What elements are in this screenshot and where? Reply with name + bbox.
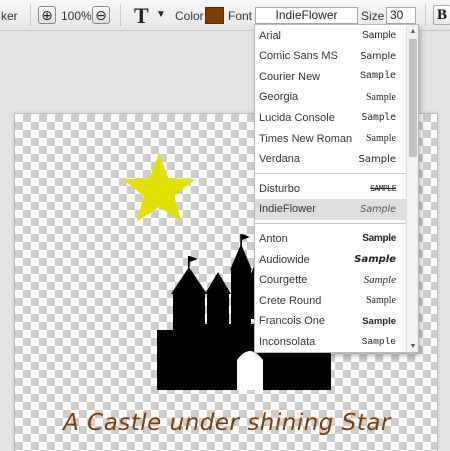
font-dropdown: Arial Sample Comic Sans MS Sample Courier Ne…: [254, 24, 419, 353]
font-option-name: Anton: [259, 232, 288, 245]
font-option-name: Lucida Console: [259, 111, 335, 124]
font-option-sample: Sample: [354, 254, 396, 265]
font-label: Font: [228, 9, 253, 23]
font-list: Arial Sample Comic Sans MS Sample Courier Ne…: [255, 25, 406, 352]
text-tool-icon[interactable]: T: [134, 3, 149, 29]
toolbar-divider: [120, 4, 121, 26]
font-option-times-new-roman[interactable]: Times New Roman Sample: [255, 128, 406, 149]
font-option-verdana[interactable]: Verdana Sample: [255, 149, 406, 170]
font-option-name: Courier New: [259, 70, 321, 83]
font-select-value: IndieFlower: [275, 8, 338, 22]
font-group-separator: [255, 173, 406, 175]
zoom-out-button[interactable]: ⊖: [92, 6, 110, 24]
font-option-sample: Sample: [366, 133, 396, 144]
font-option-audiowide[interactable]: Audiowide Sample: [255, 249, 406, 270]
size-input-value: 30: [390, 8, 404, 22]
text-tool-dropdown-caret-icon[interactable]: ▼: [156, 9, 166, 20]
zoom-level: 100%: [61, 9, 92, 23]
font-option-francois-one[interactable]: Francois One Sample: [255, 311, 406, 332]
font-option-name: IndieFlower: [259, 203, 316, 216]
toolbar-divider: [425, 4, 426, 26]
color-label: Color: [175, 9, 204, 23]
font-option-anton[interactable]: Anton Sample: [255, 228, 406, 249]
font-option-sample: Sample: [362, 30, 396, 41]
font-option-name: Disturbo: [259, 182, 300, 195]
font-option-sample: Sample: [366, 295, 396, 307]
zoom-out-icon: ⊖: [95, 7, 107, 23]
font-option-name: Arial: [259, 29, 282, 42]
font-option-name: Times New Roman: [259, 132, 353, 145]
font-option-disturbo[interactable]: Disturbo SAMPLE: [255, 178, 406, 199]
font-option-courier-new[interactable]: Courier New Sample: [255, 66, 406, 87]
tool-label-fragment[interactable]: ker: [1, 9, 18, 23]
font-option-name: Crete Round: [259, 294, 322, 307]
color-swatch[interactable]: [205, 7, 224, 24]
font-option-sample: Sample: [366, 91, 396, 103]
font-list-scrollbar[interactable]: ▲ ▼: [406, 25, 418, 352]
canvas-caption-text[interactable]: A Castle under shining Star: [15, 410, 439, 436]
font-option-sample: Sample: [362, 233, 396, 245]
zoom-in-icon: ⊕: [41, 7, 53, 23]
font-option-courgette[interactable]: Courgette Sample: [255, 270, 406, 291]
font-option-sample: Sample: [361, 112, 396, 124]
font-option-name: Inconsolata: [259, 335, 316, 348]
font-option-name: Courgette: [259, 274, 308, 287]
font-option-sample: Sample: [360, 203, 396, 215]
font-option-name: Georgia: [259, 91, 299, 104]
font-select[interactable]: IndieFlower: [255, 7, 358, 24]
font-option-sample: Sample: [363, 274, 396, 287]
font-option-sample: Sample: [358, 153, 397, 165]
font-option-indieflower[interactable]: IndieFlower Sample: [255, 198, 406, 220]
font-option-comic-sans-ms[interactable]: Comic Sans MS Sample: [255, 46, 406, 67]
font-option-sample: Sample: [362, 315, 396, 327]
scroll-down-icon[interactable]: ▼: [407, 340, 418, 352]
font-option-name: Audiowide: [259, 253, 310, 266]
font-option-crete-round[interactable]: Crete Round Sample: [255, 290, 406, 311]
zoom-in-button[interactable]: ⊕: [38, 6, 56, 24]
scroll-up-icon[interactable]: ▲: [407, 25, 418, 37]
font-option-sample: Sample: [360, 50, 396, 62]
font-option-georgia[interactable]: Georgia Sample: [255, 87, 406, 108]
font-option-inconsolata[interactable]: Inconsolata Sample: [255, 331, 406, 352]
toolbar-divider: [30, 4, 31, 26]
size-label: Size: [361, 9, 385, 23]
font-option-sample: Sample: [359, 71, 396, 83]
font-option-sample: SAMPLE: [370, 184, 396, 194]
font-group-separator: [255, 223, 406, 225]
font-option-lucida-console[interactable]: Lucida Console Sample: [255, 107, 406, 128]
scrollbar-thumb[interactable]: [409, 39, 417, 157]
font-option-name: Verdana: [259, 153, 300, 166]
size-input[interactable]: 30: [386, 7, 416, 24]
star-shape[interactable]: [119, 151, 199, 227]
font-option-arial[interactable]: Arial Sample: [255, 25, 406, 46]
font-option-name: Comic Sans MS: [259, 50, 338, 63]
font-option-sample: Sample: [361, 336, 396, 348]
bold-button[interactable]: B: [433, 5, 450, 25]
font-option-name: Francois One: [259, 315, 326, 328]
